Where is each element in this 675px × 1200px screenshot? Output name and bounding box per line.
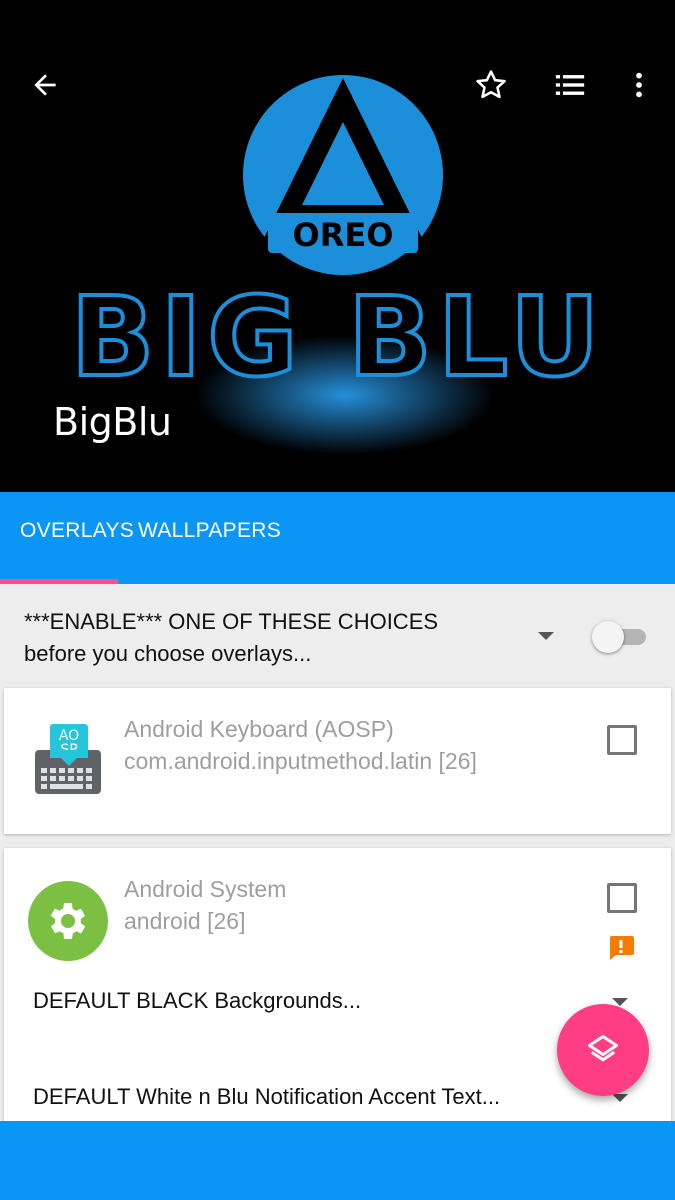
screen: OREO BIG BLU BigBlu OVERLAYS WALLPAPERS: [0, 0, 675, 1200]
app-name: Android System: [124, 876, 287, 902]
header: OREO BIG BLU BigBlu: [0, 0, 675, 492]
layers-icon: [588, 1035, 618, 1062]
list-icon[interactable]: [545, 60, 595, 110]
star-icon[interactable]: [466, 60, 516, 110]
tab-overlays[interactable]: OVERLAYS: [20, 519, 134, 543]
master-option-row[interactable]: ***ENABLE*** ONE OF THESE CHOICES before…: [0, 584, 675, 684]
master-option-text: ***ENABLE*** ONE OF THESE CHOICES before…: [24, 609, 439, 666]
svg-text:OREO: OREO: [293, 216, 394, 254]
toggle-thumb: [592, 621, 624, 653]
overlay-checkbox[interactable]: [607, 883, 637, 913]
tab-bar: OVERLAYS WALLPAPERS: [0, 492, 675, 584]
app-package: android [26]: [124, 908, 246, 934]
svg-text:BIG BLU: BIG BLU: [71, 273, 606, 401]
dropdown-caret-icon[interactable]: [537, 630, 555, 642]
app-title: BigBlu: [53, 400, 172, 444]
option-dropdown-backgrounds[interactable]: DEFAULT BLACK Backgrounds...: [33, 988, 361, 1014]
overlay-checkbox[interactable]: [607, 725, 637, 755]
layers-fab-button[interactable]: [557, 1004, 649, 1096]
enable-toggle[interactable]: [592, 620, 646, 653]
app-package: com.android.inputmethod.latin [26]: [124, 748, 477, 774]
overlay-card-android-system[interactable]: Android System android [26] DEFAULT BLAC…: [4, 848, 671, 1138]
tab-wallpapers[interactable]: WALLPAPERS: [138, 519, 281, 543]
app-name: Android Keyboard (AOSP): [124, 716, 394, 742]
back-icon[interactable]: [20, 60, 70, 110]
more-vertical-icon[interactable]: [614, 60, 664, 110]
gear-icon: [28, 881, 108, 961]
bottom-bar: [0, 1121, 675, 1200]
warning-icon[interactable]: [607, 934, 635, 962]
option-dropdown-accent-text[interactable]: DEFAULT White n Blu Notification Accent …: [33, 1084, 500, 1110]
keyboard-icon: AO SP: [35, 724, 101, 794]
overlay-card-keyboard[interactable]: AO SP Android Keyboard (AOSP) com.androi…: [4, 688, 671, 834]
